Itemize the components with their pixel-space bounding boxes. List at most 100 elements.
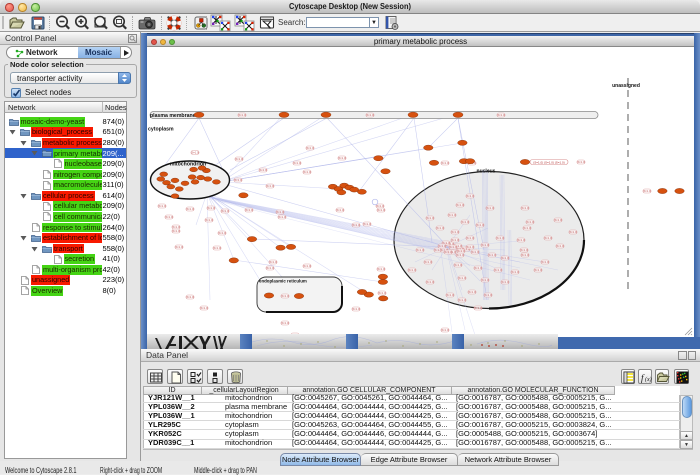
svg-text:(S=1.0): (S=1.0) <box>175 245 184 249</box>
svg-text:(S=1.0): (S=1.0) <box>377 267 386 271</box>
svg-text:(S=1.0): (S=1.0) <box>303 170 312 174</box>
svg-text:(S=1.0): (S=1.0) <box>245 208 254 212</box>
svg-text:(S=1.0): (S=1.0) <box>456 203 465 207</box>
svg-text:(x): (x) <box>645 376 652 383</box>
svg-text:(S=1.0): (S=1.0) <box>352 223 361 227</box>
svg-text:(S=1.0): (S=1.0) <box>416 248 425 252</box>
svg-text:(S=1.0): (S=1.0) <box>303 264 312 268</box>
svg-text:(S=1.0): (S=1.0) <box>205 218 214 222</box>
svg-text:(S=1.0): (S=1.0) <box>207 206 216 210</box>
svg-text:(S=1.0): (S=1.0) <box>438 244 447 248</box>
svg-text:(S=1.0): (S=1.0) <box>377 208 386 212</box>
svg-text:(S=1.0): (S=1.0) <box>235 157 244 161</box>
svg-text:(S=1.0): (S=1.0) <box>186 295 195 299</box>
svg-text:(S=1.0): (S=1.0) <box>293 161 302 165</box>
svg-text:(S=1.0): (S=1.0) <box>476 223 485 227</box>
svg-text:(S=1.0): (S=1.0) <box>484 293 493 297</box>
svg-text:(S=1.0): (S=1.0) <box>186 207 195 211</box>
svg-text:(S=1.0): (S=1.0) <box>281 321 290 325</box>
svg-text:(S=1.0): (S=1.0) <box>200 306 209 310</box>
svg-text:(S=1.0): (S=1.0) <box>520 248 529 252</box>
svg-text:(S=1.0): (S=1.0) <box>461 220 470 224</box>
svg-text:(S=1.0): (S=1.0) <box>276 210 285 214</box>
svg-text:(S=1.0): (S=1.0) <box>172 229 181 233</box>
svg-text:cytoplasm: cytoplasm <box>148 127 174 133</box>
svg-text:(S=1.0): (S=1.0) <box>577 160 586 164</box>
svg-text:(S=1.0): (S=1.0) <box>466 245 475 249</box>
svg-text:(S=1.0): (S=1.0) <box>458 298 467 302</box>
svg-text:(S=1.0): (S=1.0) <box>436 226 445 230</box>
svg-text:(S=1.0): (S=1.0) <box>468 290 477 294</box>
svg-text:(S=1.0): (S=1.0) <box>266 266 275 270</box>
svg-text:(S=1.0): (S=1.0) <box>366 113 375 117</box>
svg-text:(S=1.0): (S=1.0) <box>496 236 505 240</box>
svg-text:(S=1.0): (S=1.0) <box>158 204 167 208</box>
svg-text:(S=1.0): (S=1.0) <box>441 328 450 332</box>
svg-text:endoplasmic reticulum: endoplasmic reticulum <box>259 279 307 284</box>
svg-text:(S=1.0): (S=1.0) <box>643 189 652 193</box>
svg-text:(S=1.0): (S=1.0) <box>521 206 530 210</box>
svg-text:(S=1.0): (S=1.0) <box>336 208 345 212</box>
svg-text:(S=1.0): (S=1.0) <box>501 280 510 284</box>
svg-text:(S=1.0): (S=1.0) <box>466 194 475 198</box>
svg-text:(S=1.0): (S=1.0) <box>481 278 490 282</box>
svg-text:(S=1.0): (S=1.0) <box>526 220 535 224</box>
svg-text:(S=1.0): (S=1.0) <box>441 161 450 165</box>
svg-text:(S=1.0): (S=1.0) <box>378 291 387 295</box>
svg-text:(S=1.0): (S=1.0) <box>352 307 361 311</box>
svg-text:(S=1.0): (S=1.0) <box>454 263 463 267</box>
svg-text:(S=1.0): (S=1.0) <box>306 146 315 150</box>
svg-text:(S=1.0): (S=1.0) <box>266 184 275 188</box>
svg-text:(S=1.0): (S=1.0) <box>281 294 290 298</box>
svg-text:(S=1.0): (S=1.0) <box>451 238 460 242</box>
svg-text:(S=1.0): (S=1.0) <box>486 206 495 210</box>
svg-text:nucleus: nucleus <box>477 169 496 175</box>
svg-text:(S=1.0): (S=1.0) <box>456 253 465 257</box>
svg-text:(S=1.0): (S=1.0) <box>444 250 453 254</box>
svg-text:(S=1.0): (S=1.0) <box>363 222 372 226</box>
svg-text:(S=1.0): (S=1.0) <box>376 204 385 208</box>
svg-text:(S=1.0) (S=1.0) (S=1.0): (S=1.0) (S=1.0) (S=1.0) <box>533 160 564 164</box>
svg-text:(S=1.0): (S=1.0) <box>408 268 417 272</box>
svg-text:(S=1.0): (S=1.0) <box>541 260 550 264</box>
svg-text:(S=1.0): (S=1.0) <box>449 245 458 249</box>
svg-text:(S=1.0): (S=1.0) <box>554 218 563 222</box>
svg-text:(S=1.0): (S=1.0) <box>234 178 243 182</box>
svg-text:(S=1.0): (S=1.0) <box>474 266 483 270</box>
svg-text:(S=1.0): (S=1.0) <box>426 216 435 220</box>
svg-text:(S=1.0): (S=1.0) <box>501 256 510 260</box>
svg-text:(S=1.0): (S=1.0) <box>191 151 200 155</box>
svg-text:(S=1.0): (S=1.0) <box>544 236 553 240</box>
svg-text:(S=1.0): (S=1.0) <box>338 156 347 160</box>
svg-text:(S=1.0): (S=1.0) <box>466 236 475 240</box>
svg-text:(S=1.0): (S=1.0) <box>259 168 268 172</box>
svg-text:plasma membrane: plasma membrane <box>150 113 196 119</box>
svg-text:(S=1.0): (S=1.0) <box>517 238 526 242</box>
svg-text:(S=1.0): (S=1.0) <box>458 276 467 280</box>
svg-text:(S=1.0): (S=1.0) <box>569 230 578 234</box>
svg-text:(S=1.0): (S=1.0) <box>165 215 174 219</box>
svg-text:(S=1.0): (S=1.0) <box>488 253 497 257</box>
svg-text:unassigned: unassigned <box>612 83 640 89</box>
svg-text:(S=1.0): (S=1.0) <box>471 250 480 254</box>
svg-text:(S=1.0): (S=1.0) <box>269 260 278 264</box>
svg-text:(S=1.0): (S=1.0) <box>448 213 457 217</box>
svg-text:(S=1.0): (S=1.0) <box>451 230 460 234</box>
svg-text:(S=1.0): (S=1.0) <box>534 268 543 272</box>
svg-text:(S=1.0): (S=1.0) <box>172 225 181 229</box>
svg-text:(S=1.0): (S=1.0) <box>474 306 483 310</box>
svg-text:(S=1.0): (S=1.0) <box>556 244 565 248</box>
svg-text:(S=1.0): (S=1.0) <box>457 249 466 253</box>
svg-text:(S=1.0): (S=1.0) <box>278 215 287 219</box>
svg-text:(S=1.0): (S=1.0) <box>213 246 222 250</box>
svg-text:(S=1.0): (S=1.0) <box>497 113 506 117</box>
svg-text:(S=1.0): (S=1.0) <box>494 268 503 272</box>
svg-text:(S=1.0): (S=1.0) <box>238 113 247 117</box>
svg-text:(S=1.0): (S=1.0) <box>446 293 455 297</box>
svg-text:(S=1.0): (S=1.0) <box>511 270 520 274</box>
svg-text:(S=1.0): (S=1.0) <box>218 231 227 235</box>
svg-text:(S=1.0): (S=1.0) <box>521 253 530 257</box>
svg-text:(S=1.0): (S=1.0) <box>481 243 490 247</box>
svg-text:(S=1.0): (S=1.0) <box>424 260 433 264</box>
svg-text:(S=1.0): (S=1.0) <box>426 280 435 284</box>
